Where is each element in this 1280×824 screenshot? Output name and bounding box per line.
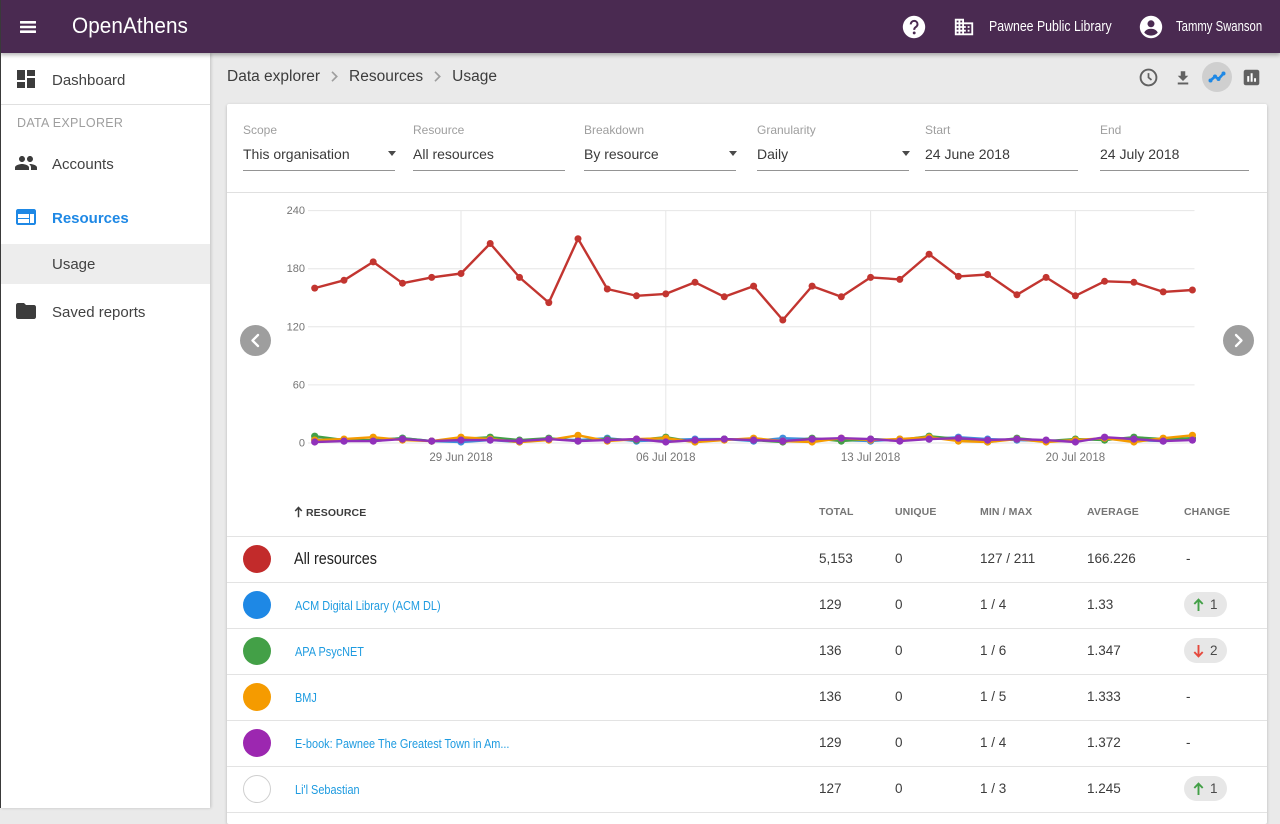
svg-text:13 Jul 2018: 13 Jul 2018 [841,452,900,464]
svg-text:120: 120 [287,321,305,333]
svg-text:20 Jul 2018: 20 Jul 2018 [1046,452,1105,464]
svg-text:06 Jul 2018: 06 Jul 2018 [636,452,695,464]
svg-text:60: 60 [293,379,305,391]
svg-text:29 Jun 2018: 29 Jun 2018 [429,452,492,464]
svg-text:0: 0 [299,438,305,450]
svg-text:240: 240 [287,205,305,217]
svg-text:180: 180 [287,263,305,275]
